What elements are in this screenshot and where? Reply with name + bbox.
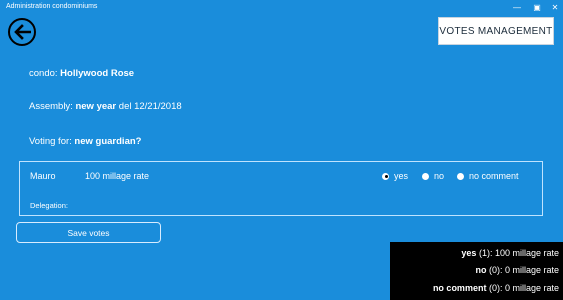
maximize-button[interactable]: ▣ — [530, 2, 544, 14]
app-title: Administration condominiums — [6, 3, 98, 10]
vote-option-no[interactable]: no — [422, 171, 444, 181]
radio-yes[interactable] — [382, 172, 389, 180]
condo-line: condo: Hollywood Rose — [29, 68, 134, 79]
owner-name: Mauro — [30, 171, 56, 181]
summary-yes-label: yes — [461, 248, 477, 258]
summary-no: no (0): 0 millage rate — [475, 265, 559, 275]
summary-no-comment-label: no comment — [432, 283, 487, 293]
radio-no-comment[interactable] — [457, 172, 464, 180]
voting-label: Voting for: — [29, 136, 72, 147]
votes-management-button[interactable]: VOTES MANAGEMENT — [438, 17, 554, 45]
vote-option-yes[interactable]: yes — [382, 171, 408, 181]
vote-option-yes-label: yes — [394, 171, 409, 181]
assembly-date: del 12/21/2018 — [118, 101, 182, 112]
condo-value: Hollywood Rose — [60, 68, 135, 79]
minimize-button[interactable]: — — [510, 2, 524, 14]
voting-line: Voting for: new guardian? — [29, 136, 141, 147]
vote-option-no-comment-label: no comment — [469, 171, 519, 181]
save-votes-button[interactable]: Save votes — [16, 222, 161, 243]
summary-no-comment: no comment (0): 0 millage rate — [433, 283, 559, 293]
summary-yes: yes (1): 100 millage rate — [461, 248, 559, 258]
assembly-label: Assembly: — [29, 101, 73, 112]
summary-no-label: no — [475, 265, 487, 275]
summary-no-comment-count: (0): 0 millage rate — [488, 283, 559, 293]
voting-value: new guardian? — [74, 136, 142, 147]
condo-label: condo: — [29, 68, 58, 79]
vote-summary-panel: yes (1): 100 millage rate no (0): 0 mill… — [390, 242, 563, 300]
assembly-name: new year — [75, 101, 117, 112]
summary-no-count: (0): 0 millage rate — [488, 265, 559, 275]
title-bar: Administration condominiums — ▣ ✕ — [0, 0, 563, 16]
arrow-left-icon — [14, 24, 31, 40]
back-button[interactable] — [8, 18, 36, 46]
delegation-label: Delegation: — [30, 201, 68, 210]
vote-option-no-comment[interactable]: no comment — [457, 171, 519, 181]
summary-yes-count: (1): 100 millage rate — [478, 248, 559, 258]
assembly-line: Assembly: new year del 12/21/2018 — [29, 101, 182, 112]
millage-rate: 100 millage rate — [85, 171, 150, 181]
radio-no[interactable] — [422, 172, 429, 180]
vote-option-no-label: no — [434, 171, 445, 181]
vote-row: Mauro 100 millage rate yes no no comment… — [19, 161, 543, 216]
close-button[interactable]: ✕ — [548, 2, 562, 14]
